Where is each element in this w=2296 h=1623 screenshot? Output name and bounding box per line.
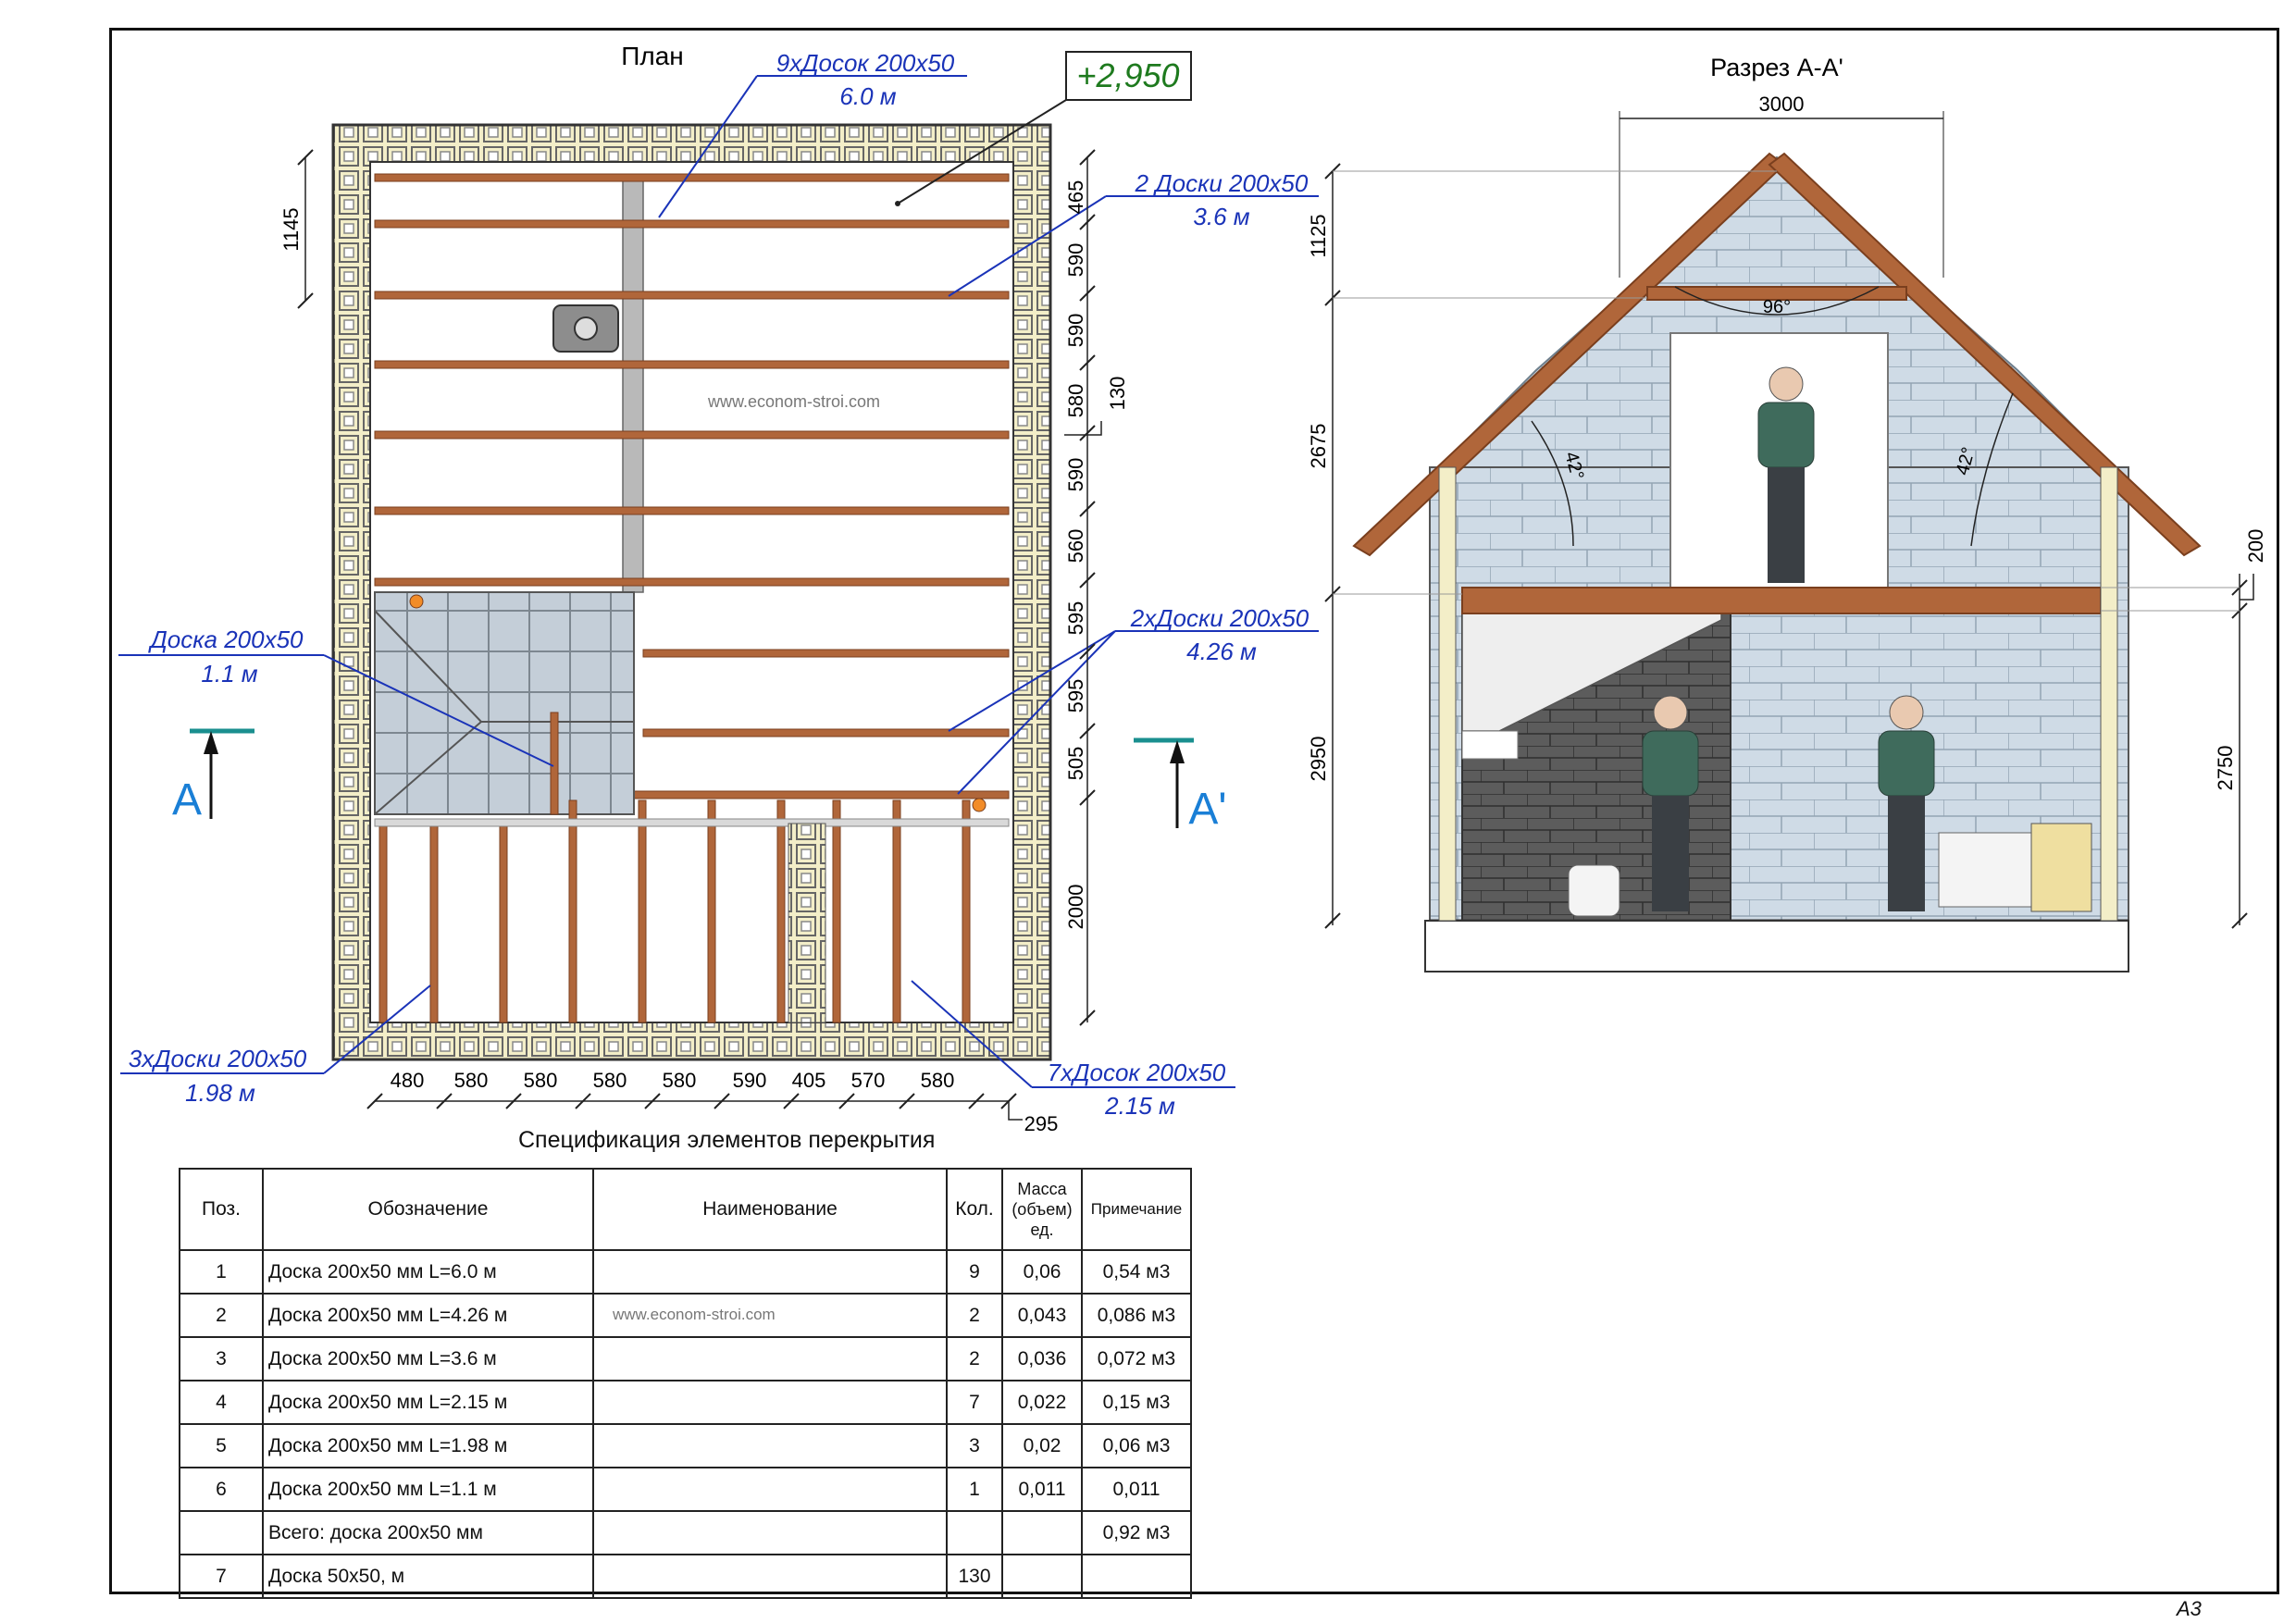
cell-note: 0,15 м3 <box>1081 1380 1192 1425</box>
cell-mass <box>1001 1510 1083 1555</box>
cell-pos: 4 <box>179 1380 264 1425</box>
table-row: 5 Доска 200х50 мм L=1.98 м 3 0,02 0,06 м… <box>179 1423 1192 1468</box>
cell-designation: Доска 200х50 мм L=1.98 м <box>262 1423 594 1468</box>
spec-table: Поз. Обозначение Наименование Кол. Масса… <box>179 1168 1192 1599</box>
cell-designation: Доска 200х50 мм L=1.1 м <box>262 1467 594 1512</box>
cell-mass: 0,043 <box>1001 1293 1083 1338</box>
angle-ridge: 96° <box>1763 297 1791 317</box>
cell-pos: 6 <box>179 1467 264 1512</box>
cell-note: 0,072 м3 <box>1081 1336 1192 1381</box>
spec-header-row: Поз. Обозначение Наименование Кол. Масса… <box>179 1168 1192 1251</box>
dim-section-left: 2675 <box>1307 424 1330 469</box>
cell-name <box>592 1423 948 1468</box>
cell-note: 0,54 м3 <box>1081 1249 1192 1295</box>
cell-pos: 2 <box>179 1293 264 1338</box>
cell-qty: 3 <box>946 1423 1003 1468</box>
table-row: 4 Доска 200х50 мм L=2.15 м 7 0,022 0,15 … <box>179 1380 1192 1425</box>
cell-designation: Доска 200х50 мм L=6.0 м <box>262 1249 594 1295</box>
col-pos: Поз. <box>179 1168 264 1251</box>
cell-mass: 0,011 <box>1001 1467 1083 1512</box>
cell-name <box>592 1554 948 1599</box>
cell-designation: Доска 200х50 мм L=2.15 м <box>262 1380 594 1425</box>
dim-width-3000: 3000 <box>1759 93 1805 116</box>
col-designation: Обозначение <box>262 1168 594 1251</box>
cell-note <box>1081 1554 1192 1599</box>
cell-name <box>592 1249 948 1295</box>
cell-pos: 5 <box>179 1423 264 1468</box>
cell-pos: 3 <box>179 1336 264 1381</box>
col-mass-l2: (объем) <box>1011 1200 1073 1219</box>
table-row: 1 Доска 200х50 мм L=6.0 м 9 0,06 0,54 м3 <box>179 1249 1192 1295</box>
cell-name <box>592 1467 948 1512</box>
cell-mass: 0,036 <box>1001 1336 1083 1381</box>
col-qty: Кол. <box>946 1168 1003 1251</box>
cell-qty: 9 <box>946 1249 1003 1295</box>
col-note: Примечание <box>1081 1168 1192 1251</box>
cell-mass: 0,022 <box>1001 1380 1083 1425</box>
cell-note: 0,086 м3 <box>1081 1293 1192 1338</box>
cell-qty: 130 <box>946 1554 1003 1599</box>
cell-qty: 1 <box>946 1467 1003 1512</box>
section-title: Разрез А-А' <box>1710 54 1843 81</box>
toilet <box>1568 864 1620 917</box>
dim-section-left: 2950 <box>1307 737 1330 782</box>
cell-pos: 7 <box>179 1554 264 1599</box>
cell-qty: 7 <box>946 1380 1003 1425</box>
dim-section-right: 2750 <box>2214 746 2237 791</box>
cell-qty: 2 <box>946 1336 1003 1381</box>
cell-qty: 2 <box>946 1293 1003 1338</box>
table-row-total: Всего: доска 200х50 мм 0,92 м3 <box>179 1510 1192 1555</box>
spec-title: Спецификация элементов перекрытия <box>518 1127 936 1153</box>
cell-mass: 0,02 <box>1001 1423 1083 1468</box>
cell-designation: Доска 50х50, м <box>262 1554 594 1599</box>
col-mass-l1: Масса <box>1017 1180 1067 1198</box>
table-row: 7 Доска 50х50, м 130 <box>179 1554 1192 1599</box>
dim-section-right: 200 <box>2244 529 2267 564</box>
cell-note: 0,06 м3 <box>1081 1423 1192 1468</box>
cell-qty <box>946 1510 1003 1555</box>
col-mass: Масса (объем) ед. <box>1001 1168 1083 1251</box>
dim-section-left: 1125 <box>1307 214 1330 257</box>
nightstand <box>2030 823 2092 912</box>
cell-mass: 0,06 <box>1001 1249 1083 1295</box>
cell-name <box>592 1380 948 1425</box>
cell-designation: Всего: доска 200х50 мм <box>262 1510 594 1555</box>
cell-designation: Доска 200х50 мм L=3.6 м <box>262 1336 594 1381</box>
col-name: Наименование <box>592 1168 948 1251</box>
spec-watermark: www.econom-stroi.com <box>613 1306 776 1323</box>
cell-designation: Доска 200х50 мм L=4.26 м <box>262 1293 594 1338</box>
table-row: 3 Доска 200х50 мм L=3.6 м 2 0,036 0,072 … <box>179 1336 1192 1381</box>
cell-name <box>592 1510 948 1555</box>
cell-name <box>592 1336 948 1381</box>
cell-mass <box>1001 1554 1083 1599</box>
table-row: 6 Доска 200х50 мм L=1.1 м 1 0,011 0,011 <box>179 1467 1192 1512</box>
cell-note: 0,011 <box>1081 1467 1192 1512</box>
col-mass-l3: ед. <box>1030 1220 1054 1239</box>
cell-pos <box>179 1510 264 1555</box>
cell-note: 0,92 м3 <box>1081 1510 1192 1555</box>
cell-pos: 1 <box>179 1249 264 1295</box>
